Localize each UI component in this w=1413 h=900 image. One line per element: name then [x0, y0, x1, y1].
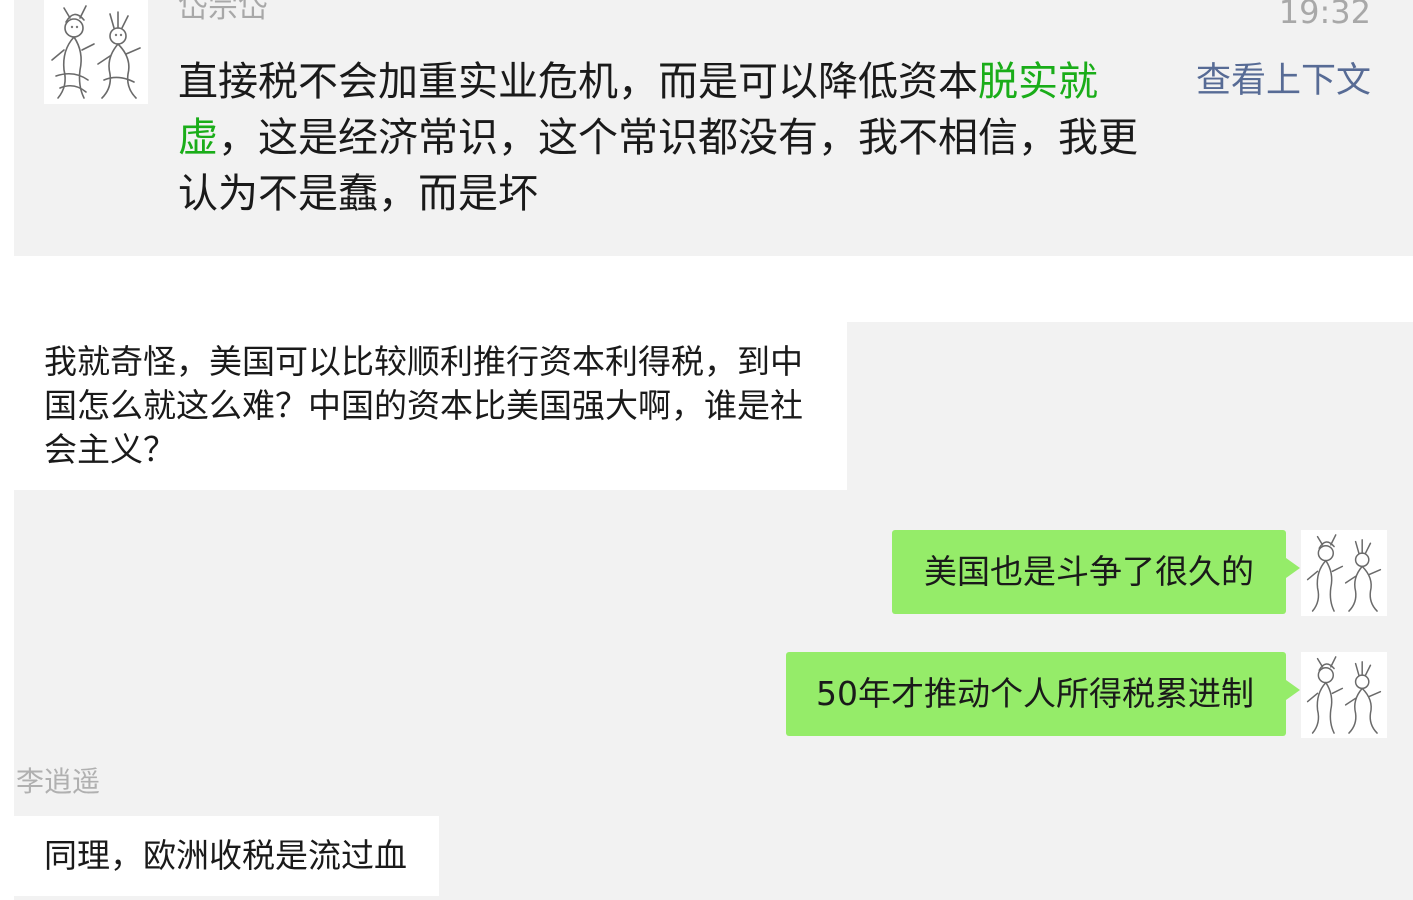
result-sender-name: 岱宗岱	[178, 0, 268, 25]
search-result-card[interactable]: 岱宗岱 19:32 直接税不会加重实业危机，而是可以降低资本脱实就虚，这是经济常…	[14, 0, 1413, 256]
result-message-text: 直接税不会加重实业危机，而是可以降低资本脱实就虚，这是经济常识，这个常识都没有，…	[178, 54, 1168, 222]
chat-search-screen: 岱宗岱 19:32 直接税不会加重实业危机，而是可以降低资本脱实就虚，这是经济常…	[0, 0, 1413, 900]
incoming-message-bubble[interactable]: 同理，欧洲收税是流过血	[14, 816, 439, 896]
chat-message-list[interactable]: 我就奇怪，美国可以比较顺利推行资本利得税，到中国怎么就这么难？中国的资本比美国强…	[14, 322, 1413, 900]
message-sender-name: 李逍遥	[16, 765, 101, 798]
ink-sketch-avatar-icon[interactable]	[1301, 652, 1387, 738]
result-timestamp: 19:32	[1278, 0, 1371, 31]
ink-sketch-avatar-icon[interactable]	[1301, 530, 1387, 616]
incoming-message-bubble[interactable]: 我就奇怪，美国可以比较顺利推行资本利得税，到中国怎么就这么难？中国的资本比美国强…	[14, 322, 847, 490]
result-text-after: ，这是经济常识，这个常识都没有，我不相信，我更认为不是蠢，而是坏	[178, 115, 1138, 217]
outgoing-message-bubble[interactable]: 美国也是斗争了很久的	[892, 530, 1300, 614]
ink-sketch-avatar-icon[interactable]	[44, 0, 148, 104]
view-context-link[interactable]: 查看上下文	[1196, 56, 1371, 106]
outgoing-message-bubble[interactable]: 50年才推动个人所得税累进制	[786, 652, 1300, 736]
result-text-before: 直接税不会加重实业危机，而是可以降低资本	[178, 59, 978, 105]
